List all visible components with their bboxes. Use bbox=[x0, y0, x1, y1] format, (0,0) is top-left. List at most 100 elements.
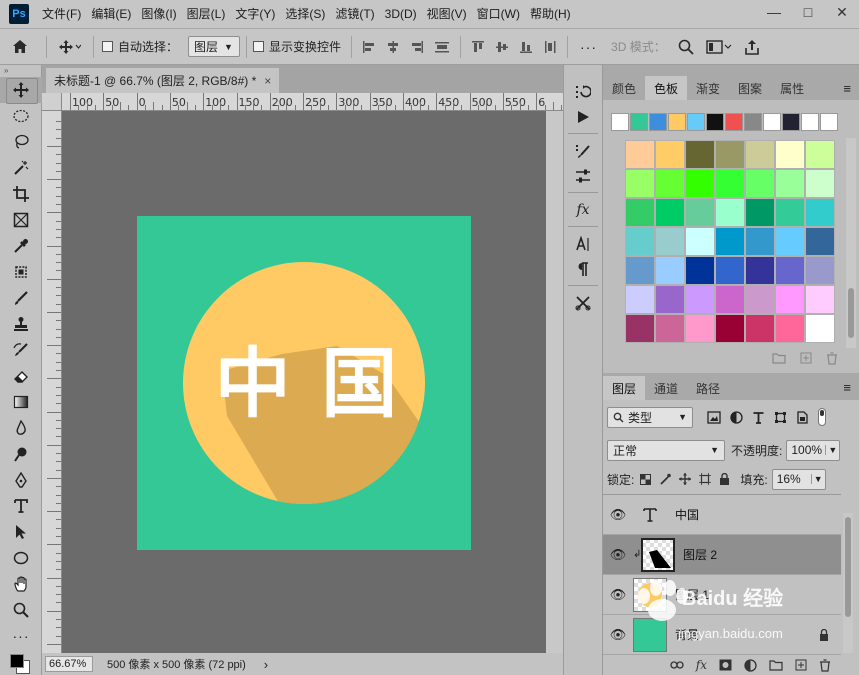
swatch[interactable] bbox=[685, 169, 715, 198]
visibility-eye-icon[interactable]: 👁 bbox=[603, 547, 633, 563]
lock-artboard-icon[interactable] bbox=[699, 473, 712, 485]
swatch[interactable] bbox=[685, 227, 715, 256]
lasso-tool[interactable] bbox=[0, 129, 42, 155]
swatch[interactable] bbox=[685, 198, 715, 227]
blur-tool[interactable] bbox=[0, 415, 42, 441]
swatch[interactable] bbox=[745, 140, 775, 169]
clone-stamp-tool[interactable] bbox=[0, 311, 42, 337]
brush-tool[interactable] bbox=[0, 285, 42, 311]
pixel-filter-icon[interactable] bbox=[707, 410, 721, 424]
layer-row-circle[interactable]: 👁 图层 1 bbox=[603, 575, 841, 615]
swatch[interactable] bbox=[685, 285, 715, 314]
layer-row-text[interactable]: 👁 中国 bbox=[603, 495, 841, 535]
blend-mode-dropdown[interactable]: 正常 ▼ bbox=[607, 439, 725, 461]
lock-position-icon[interactable] bbox=[679, 473, 692, 485]
recent-swatch[interactable] bbox=[763, 113, 781, 131]
swatch[interactable] bbox=[745, 198, 775, 227]
foreground-color[interactable] bbox=[10, 654, 24, 668]
gradient-tool[interactable] bbox=[0, 389, 42, 415]
swatch[interactable] bbox=[625, 198, 655, 227]
share-icon[interactable] bbox=[744, 39, 760, 55]
adjustment-filter-icon[interactable] bbox=[730, 410, 743, 424]
swatch[interactable] bbox=[685, 140, 715, 169]
link-layers-icon[interactable] bbox=[670, 660, 684, 670]
swatch[interactable] bbox=[625, 140, 655, 169]
status-menu-arrow[interactable]: › bbox=[264, 657, 268, 672]
layers-panel-tab[interactable]: 通道 bbox=[645, 376, 687, 400]
swatch[interactable] bbox=[655, 227, 685, 256]
swatch[interactable] bbox=[775, 285, 805, 314]
color-swatches[interactable] bbox=[0, 649, 42, 675]
layers-panel-tab[interactable]: 路径 bbox=[687, 376, 729, 400]
new-group-folder-icon[interactable] bbox=[772, 352, 786, 364]
pen-tool[interactable] bbox=[0, 467, 42, 493]
healing-brush-tool[interactable] bbox=[0, 259, 42, 285]
panel-menu-icon[interactable]: ≡ bbox=[843, 81, 851, 96]
scroll-thumb[interactable] bbox=[845, 517, 851, 617]
swatch[interactable] bbox=[685, 314, 715, 343]
zoom-level-field[interactable]: 66.67% bbox=[45, 656, 93, 672]
swatch[interactable] bbox=[805, 140, 835, 169]
swatch[interactable] bbox=[805, 314, 835, 343]
more-tools[interactable]: ··· bbox=[0, 623, 42, 649]
auto-select-checkbox[interactable]: 自动选择： bbox=[102, 38, 178, 55]
menu-item[interactable]: 视图(V) bbox=[422, 0, 472, 29]
checkbox-box[interactable] bbox=[253, 41, 265, 52]
align-bottom-icon[interactable] bbox=[519, 40, 533, 54]
swatch[interactable] bbox=[715, 198, 745, 227]
eraser-tool[interactable] bbox=[0, 363, 42, 389]
swatch[interactable] bbox=[805, 169, 835, 198]
scroll-thumb[interactable] bbox=[848, 288, 854, 338]
menu-item[interactable]: 图像(I) bbox=[136, 0, 181, 29]
recent-swatch[interactable] bbox=[630, 113, 648, 131]
recent-swatch[interactable] bbox=[801, 113, 819, 131]
swatch[interactable] bbox=[625, 285, 655, 314]
maximize-button[interactable]: □ bbox=[791, 0, 825, 24]
move-tool[interactable] bbox=[0, 77, 42, 104]
swatch[interactable] bbox=[715, 169, 745, 198]
fill-field[interactable]: 16% ▼ bbox=[771, 468, 826, 490]
frame-tool[interactable] bbox=[0, 207, 42, 233]
swatch[interactable] bbox=[775, 314, 805, 343]
new-layer-icon[interactable] bbox=[795, 659, 807, 671]
menu-item[interactable]: 图层(L) bbox=[182, 0, 231, 29]
swatch[interactable] bbox=[655, 285, 685, 314]
swatch[interactable] bbox=[745, 285, 775, 314]
swatch[interactable] bbox=[805, 256, 835, 285]
swatch[interactable] bbox=[745, 169, 775, 198]
adjustment-layer-icon[interactable] bbox=[744, 658, 757, 672]
lock-transparency-icon[interactable] bbox=[640, 473, 652, 485]
menu-item[interactable]: 文字(Y) bbox=[230, 0, 280, 29]
more-options-button[interactable]: ··· bbox=[580, 39, 597, 55]
document-tab[interactable]: 未标题-1 @ 66.7% (图层 2, RGB/8#) * × bbox=[46, 68, 280, 93]
canvas-artwork[interactable]: 中 国 bbox=[137, 216, 471, 550]
visibility-eye-icon[interactable]: 👁 bbox=[603, 627, 633, 643]
recent-swatch[interactable] bbox=[668, 113, 686, 131]
add-mask-icon[interactable] bbox=[719, 659, 732, 671]
move-tool-preset-icon[interactable] bbox=[53, 39, 87, 54]
history-brush-tool[interactable] bbox=[0, 337, 42, 363]
brush-settings-panel-button[interactable] bbox=[564, 138, 602, 163]
visibility-eye-icon[interactable]: 👁 bbox=[603, 587, 633, 603]
layers-panel-menu-icon[interactable]: ≡ bbox=[843, 380, 851, 395]
swatch[interactable] bbox=[775, 227, 805, 256]
type-filter-icon[interactable] bbox=[752, 411, 765, 424]
swatch[interactable] bbox=[745, 256, 775, 285]
styles-panel-button[interactable]: fx bbox=[564, 197, 602, 222]
swatch[interactable] bbox=[715, 227, 745, 256]
trash-icon[interactable] bbox=[819, 658, 831, 672]
magic-wand-tool[interactable] bbox=[0, 155, 42, 181]
vertical-ruler[interactable] bbox=[42, 111, 62, 653]
canvas-vertical-scrollbar[interactable] bbox=[546, 111, 563, 653]
layers-scrollbar[interactable] bbox=[843, 513, 853, 653]
swatch[interactable] bbox=[685, 256, 715, 285]
menu-item[interactable]: 选择(S) bbox=[280, 0, 330, 29]
swatches-panel-tab[interactable]: 颜色 bbox=[603, 76, 645, 100]
close-window-button[interactable]: ✕ bbox=[825, 0, 859, 24]
character-panel-button[interactable] bbox=[564, 231, 602, 256]
shape-filter-icon[interactable] bbox=[774, 411, 787, 424]
actions-panel-button[interactable] bbox=[564, 104, 602, 129]
auto-select-target-dropdown[interactable]: 图层 ▼ bbox=[188, 36, 241, 57]
shape-tool[interactable] bbox=[0, 545, 42, 571]
ruler-corner[interactable] bbox=[42, 93, 62, 111]
